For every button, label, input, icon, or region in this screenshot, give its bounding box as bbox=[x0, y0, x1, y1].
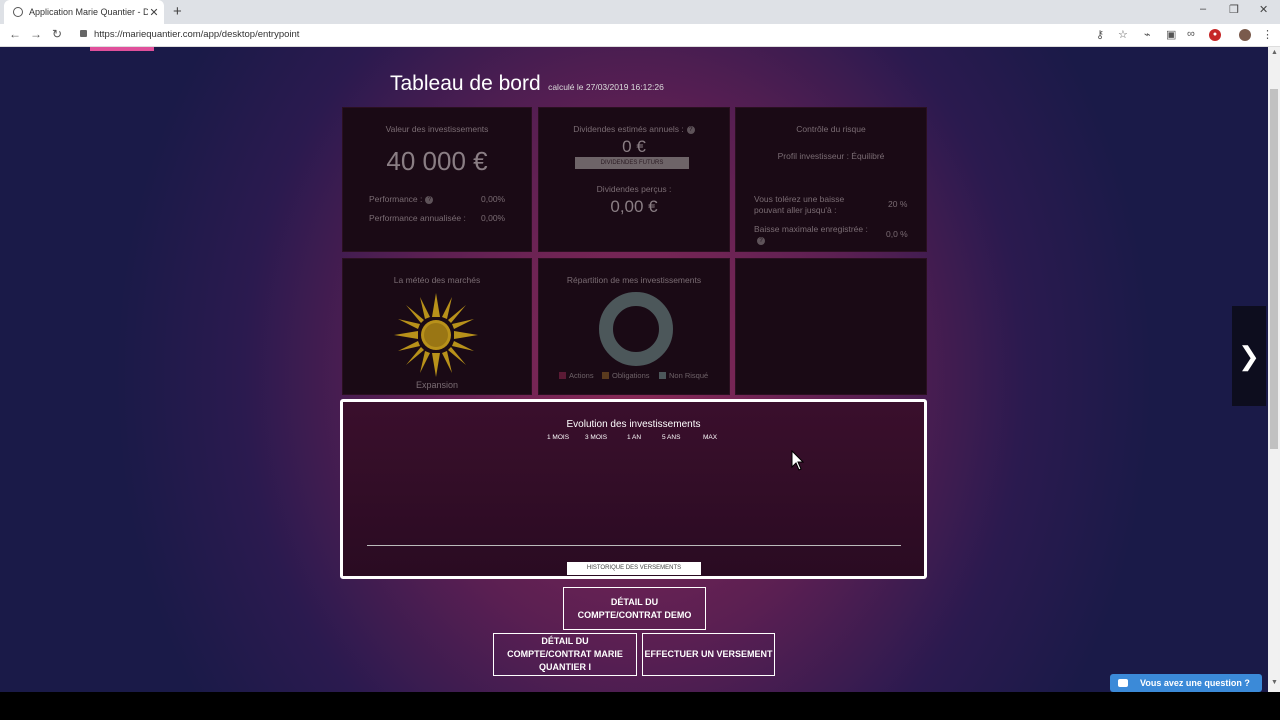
market-weather-title: La météo des marchés bbox=[393, 275, 481, 285]
make-deposit-button[interactable]: EFFECTUER UN VERSEMENT bbox=[642, 633, 775, 676]
received-dividends-label: Dividendes perçus : bbox=[596, 184, 672, 194]
restore-icon[interactable]: ❐ bbox=[1229, 3, 1239, 16]
site-favicon-icon bbox=[13, 7, 23, 17]
period-max[interactable]: MAX bbox=[703, 434, 717, 441]
period-5-years[interactable]: 5 ANS bbox=[662, 434, 680, 441]
scrollbar-thumb[interactable] bbox=[1270, 89, 1278, 449]
help-icon[interactable]: ? bbox=[757, 237, 765, 245]
tolerance-label: Vous tolérez une baisse pouvant aller ju… bbox=[754, 194, 845, 215]
chat-label: Vous avez une question ? bbox=[1140, 678, 1250, 688]
sun-icon bbox=[394, 293, 478, 377]
key-icon[interactable]: ⚷ bbox=[1096, 28, 1104, 41]
risk-title: Contrôle du risque bbox=[796, 124, 866, 134]
period-1-year[interactable]: 1 AN bbox=[627, 434, 641, 441]
bookmark-star-icon[interactable]: ☆ bbox=[1118, 28, 1128, 41]
chart-x-axis bbox=[367, 545, 901, 546]
help-icon[interactable]: ? bbox=[425, 195, 434, 204]
dividends-title: Dividendes estimés annuels :? bbox=[539, 124, 729, 134]
period-3-months[interactable]: 3 MOIS bbox=[585, 434, 607, 441]
tolerance-value: 20 % bbox=[888, 199, 908, 209]
allocation-donut-chart bbox=[599, 292, 673, 366]
address-bar: ← → ↻ https://mariequantier.com/app/desk… bbox=[0, 24, 1280, 47]
menu-kebab-icon[interactable]: ⋮ bbox=[1262, 28, 1273, 41]
legend-non-risque: Non Risqué bbox=[659, 371, 708, 380]
received-dividends-value: 0,00 € bbox=[610, 197, 658, 216]
dashboard-page: Tableau de bord calculé le 27/03/2019 16… bbox=[0, 47, 1268, 692]
bottom-strip bbox=[0, 692, 1280, 720]
extension-icon[interactable]: ▣ bbox=[1166, 28, 1176, 41]
browser-tab-strip: Application Marie Quantier - De ✕ + – ❐ … bbox=[0, 0, 1280, 24]
annualized-performance-label: Performance annualisée : bbox=[369, 213, 466, 223]
extension-badge-icon[interactable]: ● bbox=[1209, 29, 1221, 41]
browser-tab[interactable]: Application Marie Quantier - De ✕ bbox=[4, 0, 164, 24]
payment-history-button[interactable]: HISTORIQUE DES VERSEMENTS bbox=[567, 562, 701, 575]
period-1-month[interactable]: 1 MOIS bbox=[547, 434, 569, 441]
market-weather-card: La météo des marchés Expansion bbox=[342, 258, 532, 395]
legend-obligations: Obligations bbox=[602, 371, 650, 380]
dividends-card: Dividendes estimés annuels :? 0 € DIVIDE… bbox=[538, 107, 730, 252]
max-drop-label: Baisse maximale enregistrée : bbox=[754, 224, 868, 234]
back-icon[interactable]: ← bbox=[9, 27, 21, 41]
investor-profile: Profil investisseur : Équilibré bbox=[777, 151, 885, 161]
page-title: Tableau de bord bbox=[390, 72, 541, 95]
performance-label: Performance :? bbox=[369, 194, 434, 204]
reload-icon[interactable]: ↻ bbox=[52, 27, 62, 41]
url-field[interactable]: https://mariequantier.com/app/desktop/en… bbox=[94, 29, 299, 40]
next-arrow-button[interactable]: ❯ bbox=[1232, 306, 1266, 406]
estimated-dividends-value: 0 € bbox=[622, 137, 646, 156]
performance-value: 0,00% bbox=[481, 194, 506, 204]
tab-title: Application Marie Quantier - De bbox=[29, 7, 148, 17]
scroll-up-icon[interactable]: ▲ bbox=[1271, 49, 1278, 56]
profile-avatar[interactable] bbox=[1239, 29, 1251, 41]
mouse-cursor-icon bbox=[791, 450, 805, 471]
evolution-title: Evolution des investissements bbox=[566, 419, 701, 430]
chat-bubble-icon bbox=[1118, 679, 1128, 687]
active-nav-indicator bbox=[90, 47, 154, 51]
risk-card: Contrôle du risque Profil investisseur :… bbox=[735, 107, 927, 252]
empty-card bbox=[735, 258, 927, 395]
extension-icon[interactable]: ∞ bbox=[1187, 28, 1195, 40]
new-tab-button[interactable]: + bbox=[173, 3, 182, 20]
market-state: Expansion bbox=[415, 380, 459, 390]
evolution-chart-panel: Evolution des investissements 1 MOIS 3 M… bbox=[340, 399, 927, 579]
legend-actions: Actions bbox=[559, 371, 594, 380]
page-heading: Tableau de bord calculé le 27/03/2019 16… bbox=[390, 72, 664, 96]
max-drop-value: 0,0 % bbox=[886, 229, 908, 239]
page-scrollbar[interactable]: ▲ ▼ bbox=[1268, 47, 1280, 692]
future-dividends-button[interactable]: DIVIDENDES FUTURS bbox=[575, 157, 689, 169]
forward-icon[interactable]: → bbox=[30, 27, 42, 41]
tab-close-icon[interactable]: ✕ bbox=[148, 6, 160, 19]
allocation-title: Répartition de mes investissements bbox=[566, 275, 702, 285]
allocation-card: Répartition de mes investissements Actio… bbox=[538, 258, 730, 395]
annualized-performance-value: 0,00% bbox=[481, 213, 506, 223]
extension-icon[interactable]: ⌁ bbox=[1144, 28, 1151, 41]
investments-value: 40 000 € bbox=[386, 146, 488, 176]
minimize-icon[interactable]: – bbox=[1200, 3, 1206, 15]
lock-icon bbox=[80, 30, 87, 37]
account-detail-demo-button[interactable]: DÉTAIL DU COMPTE/CONTRAT DEMO bbox=[563, 587, 706, 630]
help-icon[interactable]: ? bbox=[686, 125, 695, 134]
chat-question-button[interactable]: Vous avez une question ? bbox=[1110, 674, 1262, 692]
scroll-down-icon[interactable]: ▼ bbox=[1271, 679, 1278, 686]
close-window-icon[interactable]: ✕ bbox=[1259, 3, 1268, 16]
investments-card: Valeur des investissements 40 000 € Perf… bbox=[342, 107, 532, 252]
investments-title: Valeur des investissements bbox=[385, 124, 489, 134]
computed-timestamp: calculé le 27/03/2019 16:12:26 bbox=[548, 82, 664, 92]
account-detail-mq-button[interactable]: DÉTAIL DU COMPTE/CONTRAT MARIE QUANTIER … bbox=[493, 633, 637, 676]
